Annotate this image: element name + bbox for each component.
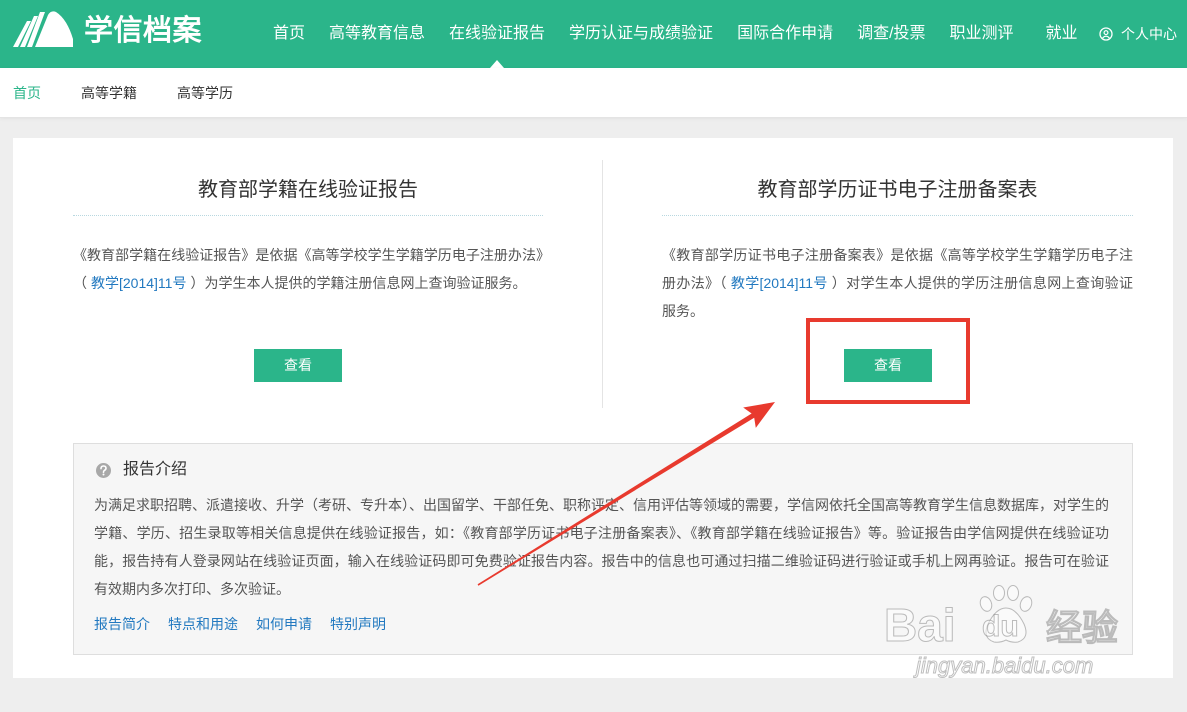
description-text: ）为学生本人提供的学籍注册信息网上查询验证服务。	[190, 275, 527, 291]
link-features-uses[interactable]: 特点和用途	[168, 614, 238, 634]
view-enrollment-report-button[interactable]: 查看	[254, 349, 342, 382]
column-divider	[602, 160, 603, 408]
report-description: 《教育部学历证书电子注册备案表》是依据《高等学校学生学籍学历电子注册办法》（ 教学…	[662, 241, 1133, 325]
user-center-menu[interactable]: 个人中心	[1099, 0, 1177, 68]
top-header: 学信档案 首页 高等教育信息 在线验证报告 学历认证与成绩验证 国际合作申请 调…	[0, 0, 1187, 68]
report-intro-box: 报告介绍 为满足求职招聘、派遣接收、升学（考研、专升本）、出国留学、干部任免、职…	[73, 443, 1133, 655]
nav-item-career-assessment[interactable]: 职业测评	[950, 0, 1014, 68]
link-special-statement[interactable]: 特别声明	[330, 614, 386, 634]
title-divider	[73, 215, 543, 216]
nav-item-degree-certification[interactable]: 学历认证与成绩验证	[569, 0, 713, 68]
question-circle-icon	[96, 463, 111, 478]
main-card: 教育部学籍在线验证报告 《教育部学籍在线验证报告》是依据《高等学校学生学籍学历电…	[13, 138, 1173, 678]
subnav-item-home[interactable]: 首页	[13, 68, 41, 118]
user-center-label: 个人中心	[1121, 26, 1177, 42]
sub-nav: 首页 高等学籍 高等学历	[0, 68, 1187, 118]
nav-item-survey-vote[interactable]: 调查/投票	[857, 0, 925, 68]
title-divider	[662, 215, 1133, 216]
nav-item-international-cooperation[interactable]: 国际合作申请	[737, 0, 833, 68]
logo-link[interactable]: 学信档案	[13, 9, 213, 49]
enrollment-report-panel: 教育部学籍在线验证报告 《教育部学籍在线验证报告》是依据《高等学校学生学籍学历电…	[73, 138, 543, 438]
subnav-item-higher-degree[interactable]: 高等学历	[177, 68, 233, 118]
regulation-link[interactable]: 教学[2014]11号	[91, 275, 186, 291]
intro-body: 为满足求职招聘、派遣接收、升学（考研、专升本）、出国留学、干部任免、职称评定、信…	[94, 497, 1109, 597]
breadcrumb: 首页 高等学籍 高等学历	[13, 68, 273, 118]
regulation-link[interactable]: 教学[2014]11号	[731, 275, 828, 291]
intro-title: 报告介绍	[123, 461, 188, 478]
panel-title: 教育部学籍在线验证报告	[198, 179, 418, 201]
main-nav: 首页 高等教育信息 在线验证报告 学历认证与成绩验证 国际合作申请 调查/投票 …	[273, 0, 1102, 68]
nav-item-employment[interactable]: 就业	[1046, 0, 1078, 68]
logo-text: 学信档案	[84, 15, 203, 47]
view-degree-record-button[interactable]: 查看	[844, 349, 932, 382]
user-circle-icon	[1099, 27, 1113, 41]
subnav-item-higher-enrollment[interactable]: 高等学籍	[81, 68, 137, 118]
link-how-to-apply[interactable]: 如何申请	[256, 614, 312, 634]
nav-item-home[interactable]: 首页	[273, 0, 305, 68]
report-description: 《教育部学籍在线验证报告》是依据《高等学校学生学籍学历电子注册办法》（ 教学[20…	[73, 241, 543, 297]
degree-record-panel: 教育部学历证书电子注册备案表 《教育部学历证书电子注册备案表》是依据《高等学校学…	[662, 138, 1133, 438]
intro-links: 报告简介 特点和用途 如何申请 特别声明	[94, 614, 404, 634]
nav-item-higher-education-info[interactable]: 高等教育信息	[329, 0, 425, 68]
panel-title: 教育部学历证书电子注册备案表	[757, 179, 1038, 201]
book-wing-logo-icon	[13, 11, 73, 47]
link-report-overview[interactable]: 报告简介	[94, 614, 150, 634]
nav-item-online-verification-report[interactable]: 在线验证报告	[449, 0, 545, 68]
